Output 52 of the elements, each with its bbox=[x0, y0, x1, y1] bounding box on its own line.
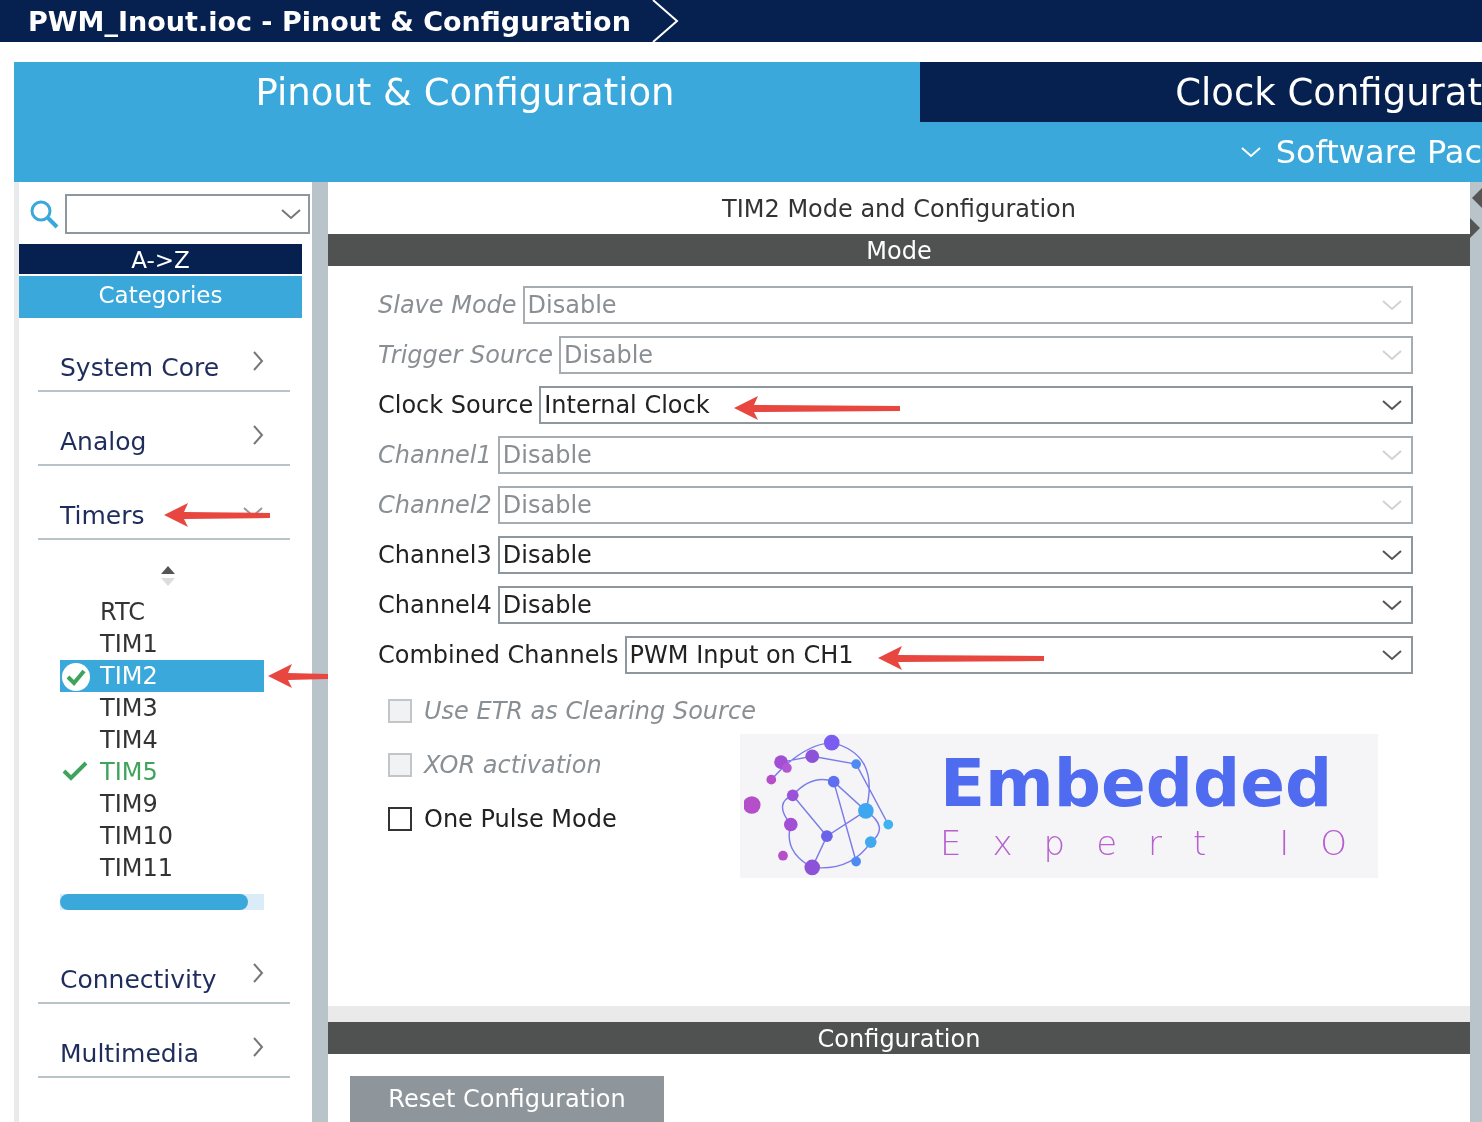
timer-item[interactable]: TIM3 bbox=[60, 692, 264, 724]
chevron-down-icon bbox=[1381, 349, 1403, 361]
field-label: Slave Mode bbox=[378, 291, 517, 319]
search-icon bbox=[29, 199, 59, 229]
checkbox-label: One Pulse Mode bbox=[424, 805, 617, 833]
chevron-down-icon bbox=[1381, 449, 1403, 461]
field-label: Channel2 bbox=[378, 491, 492, 519]
field-label: Channel4 bbox=[378, 591, 492, 619]
category-item[interactable]: Analog bbox=[60, 427, 147, 456]
chevron-down-icon bbox=[1381, 549, 1403, 561]
timer-item[interactable]: TIM9 bbox=[60, 788, 264, 820]
timer-item[interactable]: TIM1 bbox=[60, 628, 264, 660]
category-item[interactable]: System Core bbox=[60, 353, 220, 382]
checkbox[interactable] bbox=[388, 807, 412, 831]
field-label: Combined Channels bbox=[378, 641, 619, 669]
category-item[interactable]: Connectivity bbox=[60, 965, 217, 994]
section-header: Configuration bbox=[328, 1022, 1470, 1054]
field-label: Channel3 bbox=[378, 541, 492, 569]
splitter[interactable] bbox=[328, 1006, 1470, 1022]
chevron-down-icon bbox=[280, 208, 302, 220]
checkbox-label: Use ETR as Clearing Source bbox=[424, 697, 756, 725]
timer-item[interactable]: TIM10 bbox=[60, 820, 264, 852]
sort-button[interactable]: A->Z bbox=[19, 244, 302, 274]
logo-title: Embedded bbox=[940, 747, 1333, 821]
scrollbar[interactable] bbox=[60, 894, 264, 910]
dropdown[interactable]: PWM Input on CH1 bbox=[624, 636, 1413, 674]
timer-item[interactable]: RTC bbox=[60, 596, 264, 628]
scrollbar[interactable] bbox=[1470, 182, 1482, 1122]
category-item[interactable]: Timers bbox=[60, 501, 145, 530]
chevron-down-icon bbox=[1381, 599, 1403, 611]
dropdown[interactable]: Internal Clock bbox=[539, 386, 1413, 424]
checkbox-label: XOR activation bbox=[424, 751, 602, 779]
scroll-up-icon[interactable] bbox=[160, 564, 176, 588]
logo-subtitle: Expert IO bbox=[940, 822, 1378, 865]
chevron-down-icon bbox=[1381, 399, 1403, 411]
dropdown[interactable]: Disable bbox=[497, 586, 1413, 624]
chevron-down-icon bbox=[1381, 649, 1403, 661]
tab[interactable]: Clock Configurat bbox=[920, 62, 1482, 122]
field-label: Clock Source bbox=[378, 391, 534, 419]
panel-title: TIM2 Mode and Configuration bbox=[721, 194, 1077, 225]
window-title: PWM_Inout.ioc - Pinout & Configuration bbox=[28, 5, 631, 37]
dropdown[interactable]: Disable bbox=[497, 536, 1413, 574]
chevron-down-icon bbox=[1381, 499, 1403, 511]
category-item[interactable]: Multimedia bbox=[60, 1039, 199, 1068]
search-field[interactable] bbox=[65, 194, 310, 234]
field-label: Channel1 bbox=[378, 441, 492, 469]
chevron-down-icon bbox=[1239, 146, 1262, 158]
section-header: Mode bbox=[328, 234, 1470, 266]
timer-item[interactable]: TIM11 bbox=[60, 852, 264, 884]
timer-item[interactable]: TIM4 bbox=[60, 724, 264, 756]
chevron-down-icon bbox=[1381, 299, 1403, 311]
field-label: Trigger Source bbox=[378, 341, 554, 369]
